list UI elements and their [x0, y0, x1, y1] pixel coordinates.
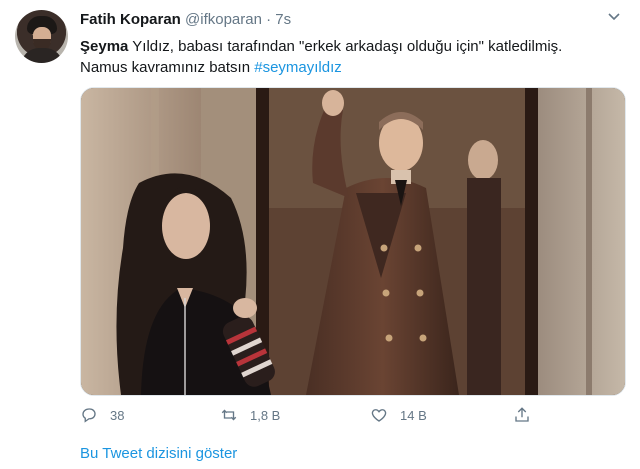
reply-icon — [82, 408, 96, 423]
tweet-text-line1: Yıldız, babası tarafından "erkek arkadaş… — [128, 38, 563, 55]
tweet-text-bold: Şeyma — [80, 38, 129, 55]
chevron-down-icon[interactable] — [604, 8, 624, 28]
tweet-time[interactable]: 7s — [275, 11, 291, 28]
retweet-icon — [221, 409, 237, 421]
tweet-photo[interactable] — [80, 87, 626, 396]
separator-dot: · — [266, 11, 272, 28]
author-name[interactable]: Fatih Koparan — [80, 11, 181, 28]
tweet-text-line2: Namus kavramınız batsın — [80, 59, 255, 76]
tweet-actions: 38 1,8 B 14 B — [80, 404, 600, 426]
like-button[interactable]: 14 B — [370, 404, 427, 426]
retweet-button[interactable]: 1,8 B — [220, 404, 280, 426]
author-handle[interactable]: @ifkoparan — [185, 11, 262, 28]
hashtag-link[interactable]: #seymayıldız — [254, 59, 342, 76]
retweet-count: 1,8 B — [250, 407, 281, 423]
reply-count: 38 — [110, 407, 125, 423]
tweet-text: Şeyma Yıldız, babası tarafından "erkek a… — [80, 36, 620, 78]
author-avatar[interactable] — [15, 10, 68, 63]
show-thread-link[interactable]: Bu Tweet dizisini göster — [80, 445, 237, 462]
share-button[interactable] — [513, 404, 543, 426]
tweet-header: Fatih Koparan @ifkoparan · 7s — [80, 10, 291, 30]
like-count: 14 B — [400, 407, 427, 423]
reply-button[interactable]: 38 — [80, 404, 124, 426]
like-icon — [371, 409, 387, 422]
share-icon — [515, 407, 529, 422]
